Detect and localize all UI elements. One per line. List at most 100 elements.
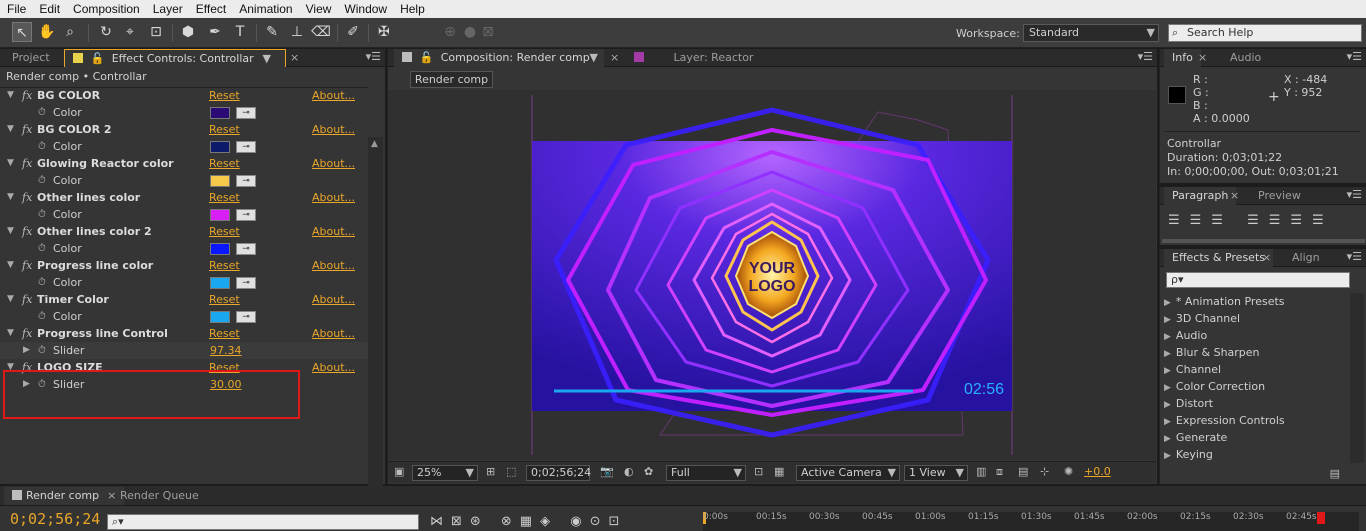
stopwatch-icon[interactable]: ⏱ [38, 240, 46, 257]
color-swatch[interactable] [210, 243, 230, 255]
effect-about-link[interactable]: About... [312, 121, 355, 138]
transparency-grid-icon[interactable]: ▦ [774, 465, 784, 481]
close-icon[interactable]: × [1230, 189, 1239, 202]
tab-preview[interactable]: Preview [1250, 187, 1309, 205]
effect-header-row[interactable]: ▼ fx Glowing Reactor color Reset About..… [0, 155, 368, 172]
tab-composition[interactable]: 🔓 Composition: Render comp ▼ [394, 49, 604, 67]
tab-info[interactable]: Info [1164, 49, 1201, 67]
menu-file[interactable]: File [0, 2, 32, 16]
stopwatch-icon[interactable]: ⏱ [38, 274, 46, 291]
stopwatch-icon[interactable]: ⏱ [38, 342, 46, 359]
timeline-search-input[interactable]: ⌕▾ [107, 514, 419, 530]
preset-category-item[interactable]: ▶ Expression Controls [1164, 412, 1344, 429]
color-swatch[interactable] [210, 209, 230, 221]
exposure-reset-icon[interactable]: ✺ [1064, 465, 1073, 481]
new-folder-icon[interactable]: ▤ [1330, 467, 1340, 480]
effect-header-row[interactable]: ▼ fx BG COLOR Reset About... [0, 87, 368, 104]
fx-toggle-icon[interactable]: fx [22, 155, 32, 172]
eyedropper-icon[interactable]: ⊸ [236, 107, 256, 119]
slider-value[interactable]: 97.34 [210, 342, 242, 359]
effect-header-row[interactable]: ▼ fx BG COLOR 2 Reset About... [0, 121, 368, 138]
timeline-switch-icons[interactable]: ⋈⊠⊛ ⊗▦◈ ◉⊙⊡ [430, 514, 627, 529]
current-time-display[interactable]: 0;02;56;24 [526, 465, 591, 481]
effect-header-row[interactable]: ▼ fx Other lines color Reset About... [0, 189, 368, 206]
time-ruler[interactable]: 0:00s 00:15s 00:30s 00:45s 01:00s 01:15s 01:30… [703, 512, 1359, 531]
effect-about-link[interactable]: About... [312, 87, 355, 104]
world-axis-icon[interactable]: ● [460, 22, 480, 42]
resolution-select[interactable]: Full ▼ [666, 465, 746, 481]
tab-project[interactable]: Project [4, 49, 58, 67]
fx-toggle-icon[interactable]: fx [22, 189, 32, 206]
camera-tool-icon[interactable]: ⌖ [120, 22, 140, 42]
tab-align[interactable]: Align [1284, 249, 1328, 267]
menu-edit[interactable]: Edit [32, 2, 66, 16]
effect-reset-link[interactable]: Reset [209, 87, 240, 104]
panel-menu-icon[interactable]: ▾☰ [1347, 250, 1362, 263]
puppet-pin-tool-icon[interactable]: ✠ [374, 22, 394, 42]
fx-toggle-icon[interactable]: fx [22, 121, 32, 138]
eyedropper-icon[interactable]: ⊸ [236, 175, 256, 187]
effect-about-link[interactable]: About... [312, 223, 355, 240]
shape-tool-icon[interactable]: ⬢ [178, 22, 198, 42]
menu-layer[interactable]: Layer [146, 2, 189, 16]
effect-about-link[interactable]: About... [312, 155, 355, 172]
effect-reset-link[interactable]: Reset [209, 291, 240, 308]
twirl-down-icon[interactable]: ▼ [7, 189, 14, 206]
toggle-pixel-aspect-icon[interactable]: ▥ [976, 465, 986, 481]
pen-tool-icon[interactable]: ✒ [205, 22, 225, 42]
exposure-value[interactable]: +0.0 [1084, 465, 1111, 481]
panel-menu-icon[interactable]: ▾☰ [1138, 50, 1153, 63]
zoom-select[interactable]: 25% ▼ [412, 465, 478, 481]
panel-menu-icon[interactable]: ▾☰ [1347, 188, 1362, 201]
twirl-down-icon[interactable]: ▼ [7, 257, 14, 274]
panel-menu-icon[interactable]: ▾☰ [366, 50, 381, 63]
brush-tool-icon[interactable]: ✎ [262, 22, 282, 42]
tab-effects-presets[interactable]: Effects & Presets [1164, 249, 1273, 267]
effect-header-row[interactable]: ▼ fx Other lines color 2 Reset About... [0, 223, 368, 240]
twirl-down-icon[interactable]: ▼ [7, 87, 14, 104]
color-swatch[interactable] [210, 311, 230, 323]
effect-controls-scrollbar[interactable]: ▲▼ [368, 137, 383, 512]
fx-toggle-icon[interactable]: fx [22, 325, 32, 342]
close-icon[interactable]: × [290, 51, 299, 64]
stopwatch-icon[interactable]: ⏱ [38, 172, 46, 189]
stopwatch-icon[interactable]: ⏱ [38, 138, 46, 155]
fx-toggle-icon[interactable]: fx [22, 291, 32, 308]
eyedropper-icon[interactable]: ⊸ [236, 209, 256, 221]
composition-viewer[interactable]: YOUR LOGO 02:56 [388, 90, 1156, 460]
show-snapshot-icon[interactable]: ◐ [624, 465, 634, 481]
menu-help[interactable]: Help [393, 2, 431, 16]
region-of-interest-icon[interactable]: ⊡ [754, 465, 763, 481]
color-swatch[interactable] [210, 107, 230, 119]
snapshot-icon[interactable]: 📷 [600, 465, 614, 481]
effect-about-link[interactable]: About... [312, 189, 355, 206]
eyedropper-icon[interactable]: ⊸ [236, 243, 256, 255]
flowchart-icon[interactable]: ⊹ [1040, 465, 1049, 481]
chevron-down-icon[interactable]: ▼ [590, 49, 598, 67]
axis-mode-icon[interactable]: ⊕ [440, 22, 460, 42]
paragraph-align-buttons[interactable]: ☰☰☰ ☰☰☰☰ [1168, 213, 1334, 228]
tab-timeline-render-comp[interactable]: Render comp × [4, 487, 125, 505]
roto-brush-tool-icon[interactable]: ✐ [343, 22, 363, 42]
menu-window[interactable]: Window [337, 2, 393, 16]
effect-about-link[interactable]: About... [312, 359, 355, 376]
comp-navigator-button[interactable]: Render comp [410, 71, 493, 88]
selection-tool-icon[interactable]: ↖ [12, 22, 32, 42]
effect-header-row[interactable]: ▼ fx Progress line color Reset About... [0, 257, 368, 274]
scroll-up-icon[interactable]: ▲ [371, 139, 378, 149]
effect-about-link[interactable]: About... [312, 325, 355, 342]
menu-view[interactable]: View [299, 2, 338, 16]
timeline-timecode[interactable]: 0;02;56;24 [10, 510, 100, 528]
tab-effect-controls[interactable]: 🔓 Effect Controls: Controllar ▼ [64, 49, 286, 67]
effect-reset-link[interactable]: Reset [209, 257, 240, 274]
effect-reset-link[interactable]: Reset [209, 223, 240, 240]
camera-select[interactable]: Active Camera ▼ [796, 465, 900, 481]
color-swatch[interactable] [210, 175, 230, 187]
fx-toggle-icon[interactable]: fx [22, 87, 32, 104]
preset-category-item[interactable]: ▶ Audio [1164, 327, 1344, 344]
effect-about-link[interactable]: About... [312, 257, 355, 274]
menu-animation[interactable]: Animation [232, 2, 298, 16]
rotate-tool-icon[interactable]: ↻ [96, 22, 116, 42]
eyedropper-icon[interactable]: ⊸ [236, 311, 256, 323]
hand-tool-icon[interactable]: ✋ [37, 22, 57, 42]
